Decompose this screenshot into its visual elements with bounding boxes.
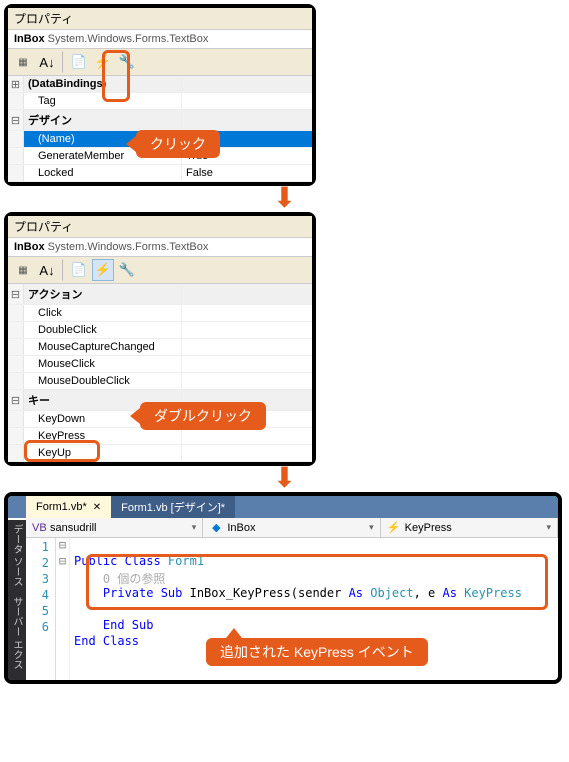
properties-panel-2: プロパティ InBox System.Windows.Forms.TextBox… (4, 212, 316, 466)
event-row[interactable]: Click (8, 305, 312, 322)
tab-form1-code[interactable]: Form1.vb*✕ (26, 496, 111, 518)
wrench-icon: 🔧 (119, 262, 135, 278)
event-row[interactable]: KeyUp (8, 445, 312, 462)
categorized-button[interactable]: ▦ (12, 51, 34, 73)
event-name: MouseClick (24, 356, 182, 372)
close-icon[interactable]: ✕ (93, 502, 101, 513)
category-row[interactable]: ⊞(DataBindings) (8, 76, 312, 93)
event-name: KeyUp (24, 445, 182, 461)
event-handler[interactable] (182, 322, 312, 338)
chevron-down-icon: ▾ (546, 522, 551, 533)
properties-grid: ⊞(DataBindings) Tag ⊟デザイン (Name)InBox Ge… (8, 76, 312, 182)
category-row[interactable]: ⊟アクション (8, 284, 312, 305)
event-name: Click (24, 305, 182, 321)
vb-icon: VB (32, 522, 46, 534)
lightning-icon: ⚡ (95, 54, 111, 70)
navigation-dropdowns: VBsansudrill▾ ◆InBox▾ ⚡KeyPress▾ (26, 518, 558, 538)
event-handler[interactable] (182, 356, 312, 372)
alphabetical-button[interactable]: A↓ (36, 259, 58, 281)
callout-added-event: 追加された KeyPress イベント (206, 638, 428, 666)
callout-doubleclick: ダブルクリック (140, 402, 266, 430)
selected-object[interactable]: InBox System.Windows.Forms.TextBox (8, 237, 312, 257)
document-tabs: Form1.vb*✕ Form1.vb [デザイン]* (8, 496, 558, 518)
event-name: KeyPress (24, 428, 182, 444)
category-label: デザイン (24, 110, 182, 130)
event-handler[interactable] (182, 445, 312, 461)
panel-title: プロパティ (8, 8, 312, 29)
properties-toolbar: ▦ A↓ 📄 ⚡ 🔧 (8, 49, 312, 76)
chevron-down-icon: ▾ (192, 522, 197, 533)
field-icon: ◆ (209, 521, 223, 534)
separator (62, 259, 64, 281)
arrow-down-icon: ⬇ (0, 468, 569, 488)
separator (62, 51, 64, 73)
arrow-down-icon: ⬇ (0, 188, 569, 208)
category-label: アクション (24, 284, 182, 304)
object-type: System.Windows.Forms.TextBox (48, 241, 209, 253)
lightning-icon: ⚡ (95, 262, 111, 278)
events-grid: ⊟アクション Click DoubleClick MouseCaptureCha… (8, 284, 312, 462)
category-row[interactable]: ⊟デザイン (8, 110, 312, 131)
selected-object[interactable]: InBox System.Windows.Forms.TextBox (8, 29, 312, 49)
code-editor-panel: データ ソース サーバー エクスプローラー ツー Form1.vb*✕ Form… (4, 492, 562, 684)
events-button[interactable]: ⚡ (92, 259, 114, 281)
property-row[interactable]: Tag (8, 93, 312, 110)
properties-button[interactable]: 📄 (68, 51, 90, 73)
events-button[interactable]: ⚡ (92, 51, 114, 73)
property-key: Locked (24, 165, 182, 181)
wrench-icon: 🔧 (119, 54, 135, 70)
event-row[interactable]: DoubleClick (8, 322, 312, 339)
collapse-icon[interactable]: ⊟ (8, 390, 24, 410)
object-dropdown[interactable]: ◆InBox▾ (203, 518, 380, 537)
event-name: MouseCaptureChanged (24, 339, 182, 355)
alphabetical-button[interactable]: A↓ (36, 51, 58, 73)
object-name: InBox (14, 241, 45, 253)
object-name: InBox (14, 33, 45, 45)
wrench-button[interactable]: 🔧 (116, 259, 138, 281)
object-type: System.Windows.Forms.TextBox (48, 33, 209, 45)
tab-form1-design[interactable]: Form1.vb [デザイン]* (111, 496, 235, 518)
wrench-button[interactable]: 🔧 (116, 51, 138, 73)
event-handler[interactable] (182, 305, 312, 321)
collapse-icon[interactable]: ⊟ (8, 284, 24, 304)
panel-title: プロパティ (8, 216, 312, 237)
property-key: Tag (24, 93, 182, 109)
properties-button[interactable]: 📄 (68, 259, 90, 281)
fold-gutter[interactable]: ⊟⊟ (56, 538, 70, 680)
expand-icon[interactable]: ⊞ (8, 76, 24, 92)
event-dropdown[interactable]: ⚡KeyPress▾ (381, 518, 558, 537)
chevron-down-icon: ▾ (369, 522, 374, 533)
event-handler[interactable] (182, 373, 312, 389)
project-dropdown[interactable]: VBsansudrill▾ (26, 518, 203, 537)
event-handler[interactable] (182, 339, 312, 355)
property-value[interactable]: False (182, 165, 312, 181)
event-row[interactable]: MouseDoubleClick (8, 373, 312, 390)
event-name: MouseDoubleClick (24, 373, 182, 389)
event-row[interactable]: MouseClick (8, 356, 312, 373)
properties-panel-1: プロパティ InBox System.Windows.Forms.TextBox… (4, 4, 316, 186)
event-row-keypress[interactable]: KeyPress (8, 428, 312, 445)
property-row[interactable]: LockedFalse (8, 165, 312, 182)
lightning-icon: ⚡ (387, 521, 401, 534)
callout-click: クリック (136, 130, 220, 158)
properties-toolbar: ▦ A↓ 📄 ⚡ 🔧 (8, 257, 312, 284)
line-gutter: 1 2 3 4 5 6 (26, 538, 56, 680)
event-row[interactable]: MouseCaptureChanged (8, 339, 312, 356)
property-value[interactable] (182, 93, 312, 109)
categorized-button[interactable]: ▦ (12, 259, 34, 281)
category-label: (DataBindings) (24, 76, 182, 92)
collapse-icon[interactable]: ⊟ (8, 110, 24, 130)
event-handler[interactable] (182, 428, 312, 444)
vertical-toolbox-tabs[interactable]: データ ソース サーバー エクスプローラー ツー (8, 520, 26, 680)
event-name: DoubleClick (24, 322, 182, 338)
